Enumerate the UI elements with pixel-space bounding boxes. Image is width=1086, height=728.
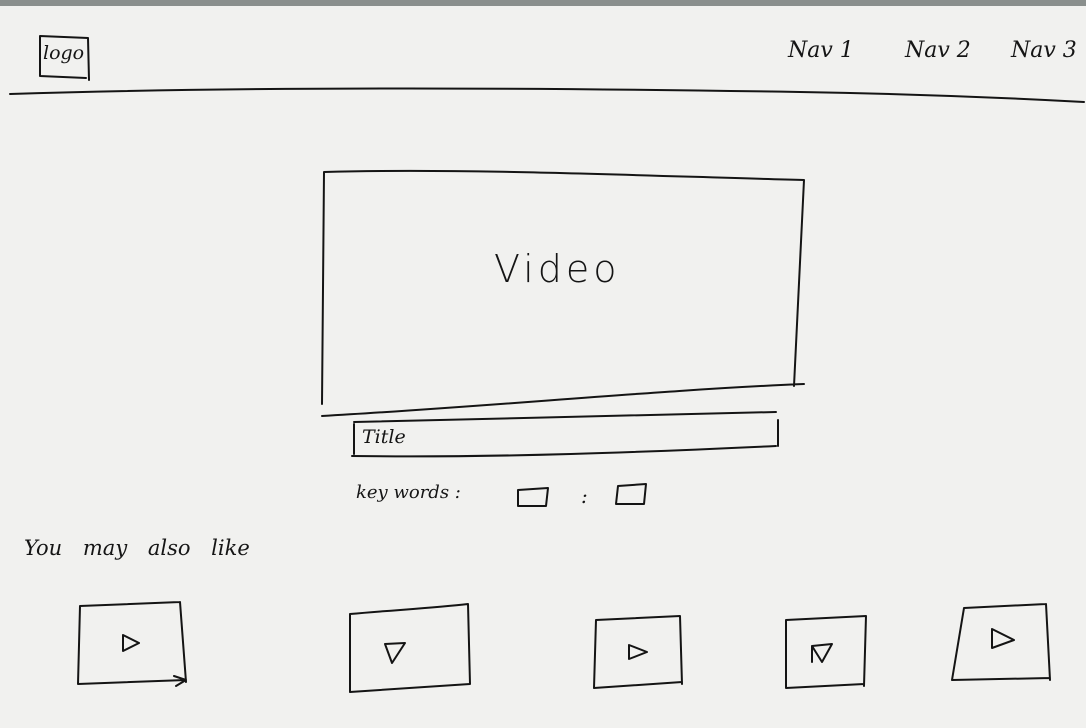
- title-field-frame: [351, 411, 779, 458]
- recommended-video-1[interactable]: [70, 600, 194, 696]
- recommended-video-4[interactable]: [780, 612, 872, 694]
- header-divider: [9, 87, 1085, 103]
- title-field-value: Title: [362, 426, 406, 448]
- recommended-video-5[interactable]: [946, 600, 1056, 690]
- recommended-video-3[interactable]: [590, 610, 688, 694]
- wireframe-sketch: logo Nav 1 Nav 2 Nav 3 Video Title key w…: [0, 6, 1086, 728]
- video-frame: [321, 169, 805, 417]
- play-icon: [988, 626, 1018, 652]
- keywords-label: key words :: [356, 482, 461, 503]
- title-field[interactable]: Title: [348, 408, 784, 464]
- recommended-video-2[interactable]: [344, 600, 476, 696]
- keyword-checkbox-2-frame: [615, 483, 647, 505]
- video-label: Video: [494, 247, 621, 291]
- keywords-separator: :: [581, 484, 588, 508]
- recommendations-heading: You may also like: [24, 536, 250, 560]
- video-player[interactable]: Video: [318, 168, 810, 428]
- keyword-checkbox-2[interactable]: [612, 480, 650, 510]
- play-icon: [626, 642, 650, 662]
- play-icon: [808, 640, 836, 666]
- play-icon: [382, 640, 408, 666]
- recommended-video-2-frame: [349, 603, 471, 693]
- play-icon: [120, 632, 142, 654]
- keyword-checkbox-1[interactable]: [514, 484, 552, 510]
- keyword-checkbox-1-frame: [517, 487, 549, 507]
